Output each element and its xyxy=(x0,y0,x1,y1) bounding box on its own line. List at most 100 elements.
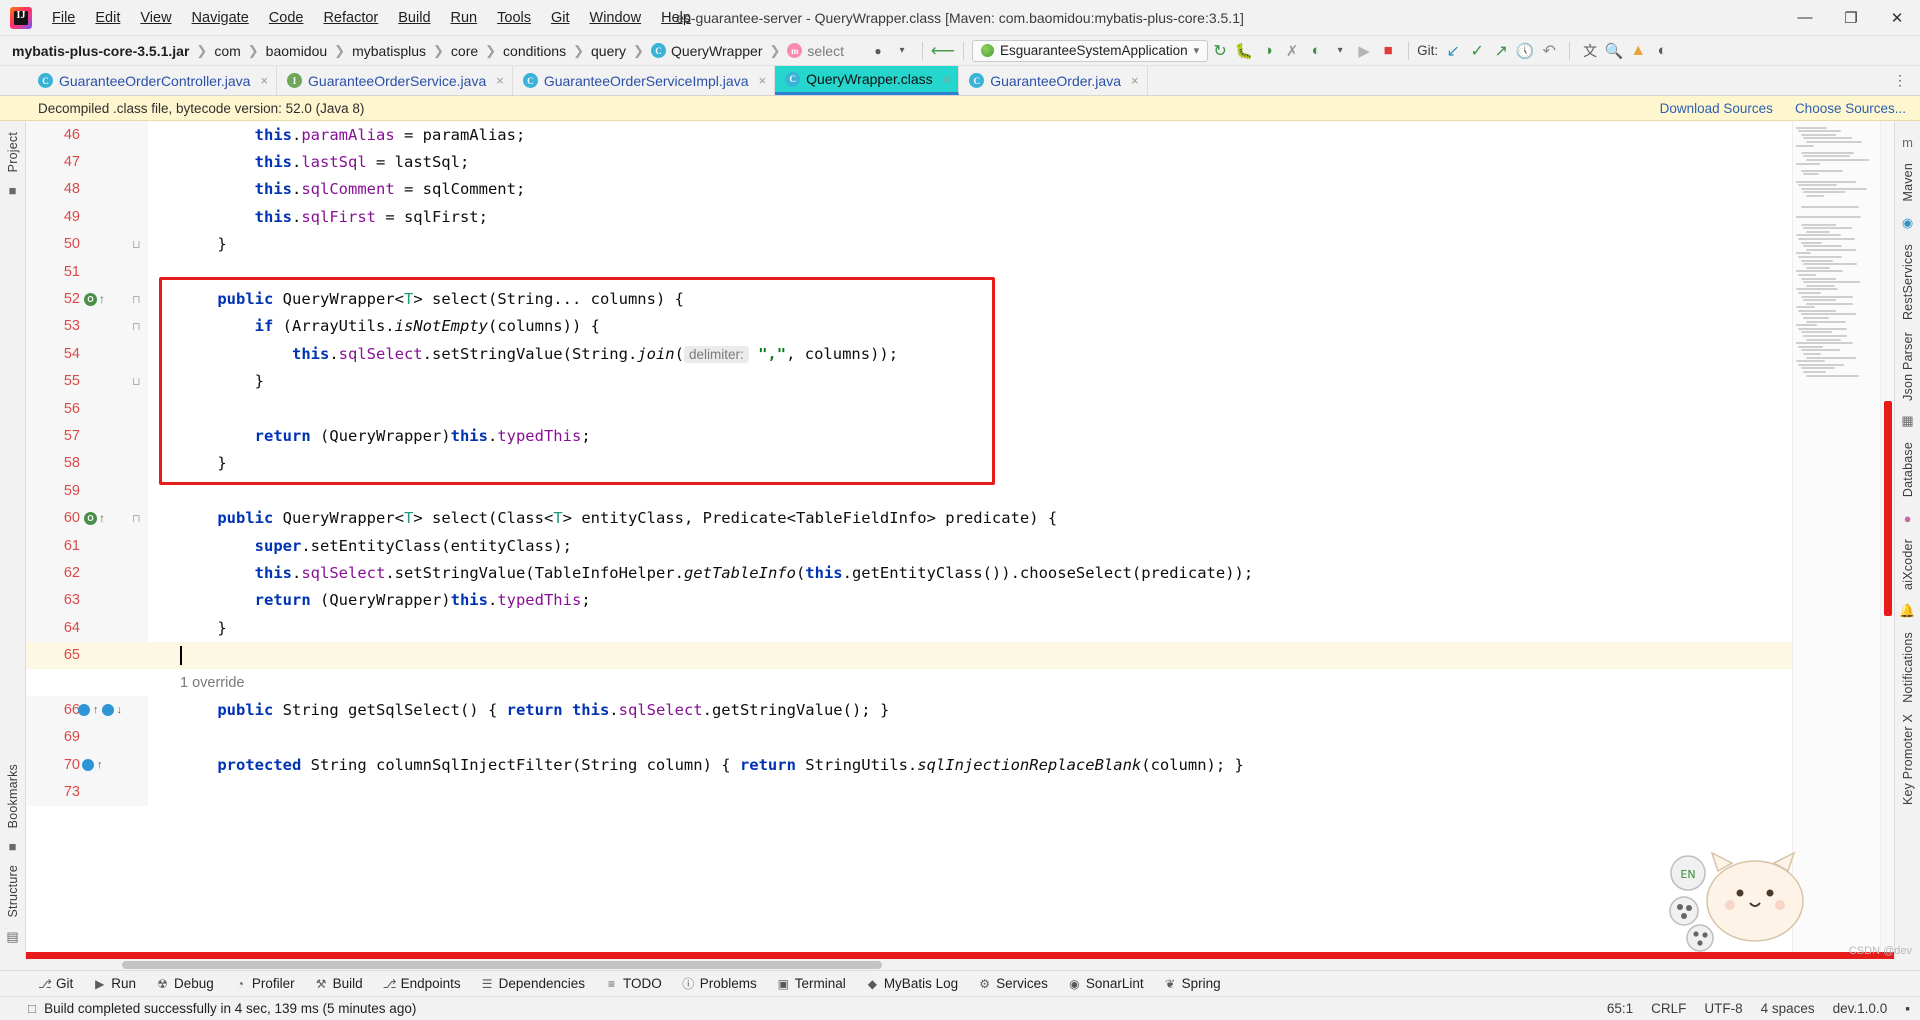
code-line[interactable]: 62 this.sqlSelect.setStringValue(TableIn… xyxy=(26,559,1792,587)
tab-guarantee-order[interactable]: C GuaranteeOrder.java × xyxy=(959,66,1148,95)
code-text[interactable] xyxy=(148,645,1792,665)
code-text[interactable]: } xyxy=(148,454,1792,472)
menu-window[interactable]: Window xyxy=(580,6,652,30)
code-line[interactable]: 49 this.sqlFirst = sqlFirst; xyxy=(26,203,1792,231)
code-text[interactable]: } xyxy=(148,372,1792,390)
rest-services-icon[interactable]: ◉ xyxy=(1902,215,1913,231)
tool-window-endpoints[interactable]: ⎇ Endpoints xyxy=(373,974,471,993)
close-icon[interactable]: × xyxy=(943,72,951,87)
breadcrumb-core[interactable]: core xyxy=(451,43,478,59)
code-text[interactable]: this.sqlComment = sqlComment; xyxy=(148,180,1792,198)
minimize-button[interactable]: — xyxy=(1782,0,1828,36)
code-line[interactable]: 48 this.sqlComment = sqlComment; xyxy=(26,175,1792,204)
horizontal-scrollbar[interactable] xyxy=(0,959,1920,970)
code-line[interactable]: 69 xyxy=(26,723,1792,752)
run-play-icon[interactable]: ▶ xyxy=(1352,39,1376,63)
code-line[interactable]: 50 ⊔ } xyxy=(26,230,1792,258)
search-everywhere-icon[interactable]: 🔍 xyxy=(1602,39,1626,63)
code-line[interactable]: 57 return (QueryWrapper)this.typedThis; xyxy=(26,422,1792,450)
tool-window-git[interactable]: ⎇ Git xyxy=(28,974,83,993)
breadcrumb-class[interactable]: C QueryWrapper xyxy=(650,43,763,59)
tool-window-terminal[interactable]: ▣ Terminal xyxy=(767,974,856,993)
code-fold-icon[interactable]: ⊔ xyxy=(132,375,141,388)
run-with-icon[interactable]: ◐ xyxy=(1304,39,1328,63)
code-text[interactable]: return (QueryWrapper)this.typedThis; xyxy=(148,427,1792,445)
line-separator[interactable]: CRLF xyxy=(1651,1001,1686,1016)
git-update-icon[interactable]: ↙ xyxy=(1441,39,1465,63)
git-commit-icon[interactable]: ✓ xyxy=(1465,39,1489,63)
menu-git[interactable]: Git xyxy=(541,6,580,30)
tab-guarantee-order-controller[interactable]: C GuaranteeOrderController.java × xyxy=(28,66,278,95)
choose-sources-link[interactable]: Choose Sources... xyxy=(1795,101,1906,116)
menu-run[interactable]: Run xyxy=(441,6,488,30)
code-text[interactable]: } xyxy=(148,619,1792,637)
code-minimap[interactable] xyxy=(1792,121,1880,959)
code-fold-icon[interactable]: ⊓ xyxy=(132,512,141,525)
breadcrumb-com[interactable]: com xyxy=(214,43,240,59)
code-fold-icon[interactable]: ⊓ xyxy=(132,293,141,306)
tab-guarantee-order-service[interactable]: I GuaranteeOrderService.java × xyxy=(277,66,513,95)
breadcrumb-jar[interactable]: mybatis-plus-core-3.5.1.jar xyxy=(12,43,189,59)
override-marker-icon[interactable]: O ↑ xyxy=(84,292,105,306)
translate-icon[interactable]: 文 xyxy=(1578,39,1602,63)
menu-help[interactable]: Help xyxy=(651,6,701,30)
close-button[interactable]: ✕ xyxy=(1874,0,1920,36)
code-line[interactable]: 56 xyxy=(26,395,1792,423)
override-hint-label[interactable]: 1 override xyxy=(26,669,244,696)
code-fold-icon[interactable]: ⊓ xyxy=(132,320,141,333)
tab-query-wrapper-class[interactable]: C QueryWrapper.class × xyxy=(775,66,960,95)
chevron-down-icon[interactable]: ▾ xyxy=(890,39,914,63)
code-line[interactable]: 54 this.sqlSelect.setStringValue(String.… xyxy=(26,340,1792,368)
coverage-icon[interactable]: ◑ xyxy=(1256,39,1280,63)
code-text[interactable]: public QueryWrapper<T> select(String... … xyxy=(148,290,1792,308)
sidebar-item-aixcoder[interactable]: aiXcoder xyxy=(1901,534,1915,595)
menu-refactor[interactable]: Refactor xyxy=(313,6,388,30)
editor-area[interactable]: 46 this.paramAlias = paramAlias; 47 this.… xyxy=(26,121,1894,959)
file-encoding[interactable]: UTF-8 xyxy=(1704,1001,1742,1016)
code-line[interactable]: 66 ↑ ↓ public String getSqlSelect() { retu… xyxy=(26,696,1792,724)
code-text[interactable]: this.lastSql = lastSql; xyxy=(148,153,1792,171)
hscrollbar-thumb[interactable] xyxy=(122,961,882,969)
sidebar-item-restservices[interactable]: RestServices xyxy=(1901,239,1915,325)
tool-window-sonarlint[interactable]: ◉ SonarLint xyxy=(1058,974,1154,993)
stop-icon[interactable]: ■ xyxy=(1376,39,1400,63)
sidebar-item-structure[interactable]: Structure xyxy=(6,860,20,923)
git-rollback-icon[interactable]: ↶ xyxy=(1537,39,1561,63)
menu-navigate[interactable]: Navigate xyxy=(182,6,259,30)
tool-window-dependencies[interactable]: ☰ Dependencies xyxy=(471,974,595,993)
git-history-icon[interactable]: 🕔 xyxy=(1513,39,1537,63)
inlay-hint-row[interactable]: 1 override xyxy=(26,669,1792,696)
menu-tools[interactable]: Tools xyxy=(487,6,541,30)
notifications-icon[interactable]: 🔔 xyxy=(1899,603,1915,619)
profile-icon[interactable]: ● xyxy=(866,39,890,63)
code-content[interactable]: 46 this.paramAlias = paramAlias; 47 this.… xyxy=(26,121,1792,959)
git-branch[interactable]: dev.1.0.0 xyxy=(1833,1001,1888,1016)
sidebar-item-bookmarks[interactable]: Bookmarks xyxy=(6,759,20,833)
breadcrumb-conditions[interactable]: conditions xyxy=(503,43,566,59)
code-line[interactable]: 63 return (QueryWrapper)this.typedThis; xyxy=(26,586,1792,615)
tab-guarantee-order-service-impl[interactable]: C GuaranteeOrderServiceImpl.java × xyxy=(512,66,776,95)
close-icon[interactable]: × xyxy=(260,73,268,88)
run-dropdown-icon[interactable]: ▾ xyxy=(1328,39,1352,63)
code-text[interactable]: if (ArrayUtils.isNotEmpty(columns)) { xyxy=(148,317,1792,335)
update-project-icon[interactable]: ↻ xyxy=(1208,39,1232,63)
code-line[interactable]: 73 xyxy=(26,778,1792,806)
code-line[interactable]: 61 super.setEntityClass(entityClass); xyxy=(26,532,1792,560)
code-line[interactable]: 51 xyxy=(26,258,1792,286)
download-sources-link[interactable]: Download Sources xyxy=(1660,101,1773,116)
code-text[interactable]: return (QueryWrapper)this.typedThis; xyxy=(148,591,1792,609)
breakpoint-override-marker-icon[interactable]: ↑ ↓ xyxy=(78,704,122,717)
code-text[interactable]: this.sqlFirst = sqlFirst; xyxy=(148,208,1792,226)
code-text[interactable]: this.paramAlias = paramAlias; xyxy=(148,126,1792,144)
scrollbar-thumb[interactable] xyxy=(1884,401,1892,616)
database-icon[interactable]: ▦ xyxy=(1901,413,1913,429)
indent-setting[interactable]: 4 spaces xyxy=(1761,1001,1815,1016)
menu-file[interactable]: File xyxy=(42,6,85,30)
code-line[interactable]: 59 xyxy=(26,477,1792,505)
code-line[interactable]: 55 ⊔ } xyxy=(26,367,1792,395)
tool-window-spring[interactable]: ❦ Spring xyxy=(1154,974,1231,993)
menu-view[interactable]: View xyxy=(130,6,181,30)
override-marker-icon[interactable]: O ↑ xyxy=(84,511,105,525)
sidebar-item-maven[interactable]: Maven xyxy=(1901,158,1915,207)
lock-icon[interactable]: ▪ xyxy=(1905,1001,1910,1016)
